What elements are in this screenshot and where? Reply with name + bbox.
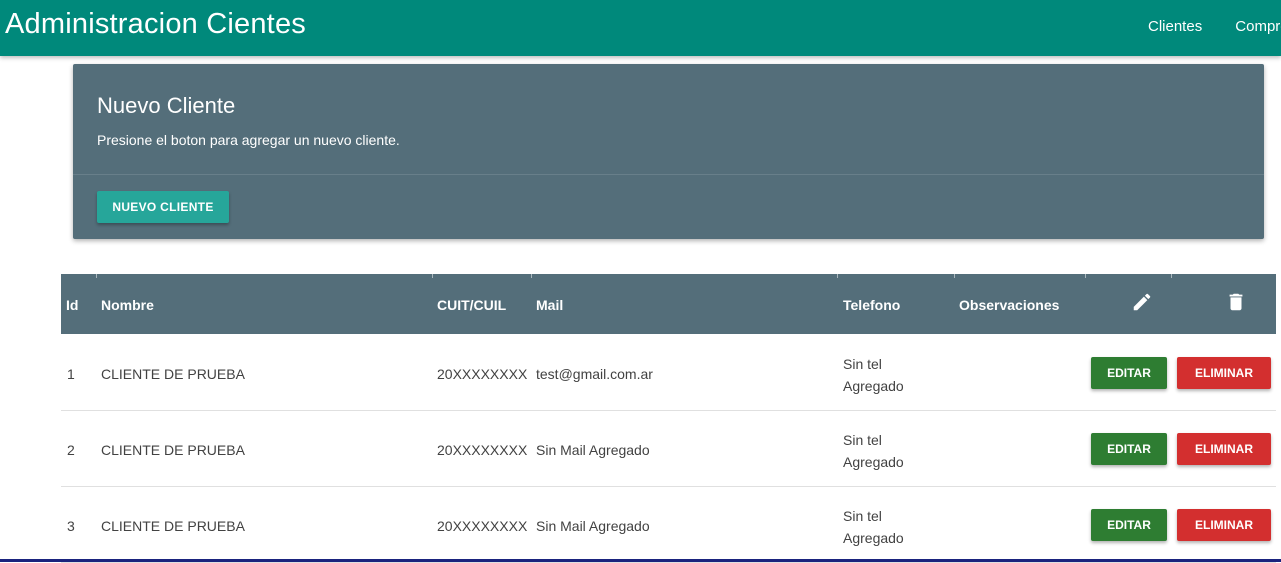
cell-id: 1 bbox=[67, 366, 75, 382]
table-row: 3 CLIENTE DE PRUEBA 20XXXXXXXX Sin Mail Agr… bbox=[61, 487, 1276, 563]
cell-nombre: CLIENTE DE PRUEBA bbox=[101, 518, 245, 534]
cell-nombre: CLIENTE DE PRUEBA bbox=[101, 366, 245, 382]
card-divider bbox=[73, 174, 1264, 175]
header-divider bbox=[1171, 274, 1172, 278]
header-telefono: Telefono bbox=[843, 297, 901, 313]
cell-telefono-line1: Sin tel bbox=[843, 356, 882, 372]
header-observaciones: Observaciones bbox=[959, 297, 1060, 313]
header-divider bbox=[1085, 274, 1086, 278]
cell-telefono-line2: Agregado bbox=[843, 454, 904, 470]
table-row: 1 CLIENTE DE PRUEBA 20XXXXXXXX test@gmail.c… bbox=[61, 335, 1276, 411]
header-nombre: Nombre bbox=[101, 297, 154, 313]
cell-id: 3 bbox=[67, 518, 75, 534]
cell-cuit: 20XXXXXXXX bbox=[437, 366, 528, 382]
delete-button[interactable]: ELIMINAR bbox=[1177, 509, 1271, 541]
trash-icon bbox=[1225, 291, 1247, 317]
header-divider bbox=[96, 274, 97, 278]
top-navbar: Administracion Cientes Clientes Compro bbox=[0, 0, 1281, 56]
cell-telefono: Sin tel Agregado bbox=[843, 353, 904, 397]
header-id: Id bbox=[66, 297, 79, 313]
pencil-icon bbox=[1131, 291, 1153, 317]
table-header: Id Nombre CUIT/CUIL Mail Telefono Observ… bbox=[61, 274, 1276, 334]
delete-button[interactable]: ELIMINAR bbox=[1177, 433, 1271, 465]
cell-nombre: CLIENTE DE PRUEBA bbox=[101, 442, 245, 458]
cell-cuit: 20XXXXXXXX bbox=[437, 518, 528, 534]
new-client-card: Nuevo Cliente Presione el boton para agr… bbox=[73, 64, 1264, 239]
cell-id: 2 bbox=[67, 442, 75, 458]
cell-telefono-line2: Agregado bbox=[843, 530, 904, 546]
new-client-button[interactable]: NUEVO CLIENTE bbox=[97, 191, 229, 223]
card-title: Nuevo Cliente bbox=[97, 93, 236, 118]
app-title: Administracion Cientes bbox=[5, 8, 306, 40]
table-row: 2 CLIENTE DE PRUEBA 20XXXXXXXX Sin Mail Agr… bbox=[61, 411, 1276, 487]
delete-button[interactable]: ELIMINAR bbox=[1177, 357, 1271, 389]
cell-telefono-line1: Sin tel bbox=[843, 508, 882, 524]
header-divider bbox=[837, 274, 838, 278]
cell-telefono: Sin tel Agregado bbox=[843, 429, 904, 473]
nav-link-clientes[interactable]: Clientes bbox=[1148, 18, 1202, 35]
header-divider bbox=[954, 274, 955, 278]
edit-button[interactable]: EDITAR bbox=[1091, 357, 1167, 389]
cell-cuit: 20XXXXXXXX bbox=[437, 442, 528, 458]
cell-mail: Sin Mail Agregado bbox=[536, 442, 650, 458]
nav-link-comprobantes[interactable]: Compro bbox=[1235, 18, 1281, 35]
header-cuit: CUIT/CUIL bbox=[437, 297, 507, 313]
cell-mail: Sin Mail Agregado bbox=[536, 518, 650, 534]
header-divider bbox=[432, 274, 433, 278]
header-mail: Mail bbox=[536, 297, 564, 313]
cell-telefono-line1: Sin tel bbox=[843, 432, 882, 448]
edit-button[interactable]: EDITAR bbox=[1091, 509, 1167, 541]
cell-telefono-line2: Agregado bbox=[843, 378, 904, 394]
nav-links: Clientes Compro bbox=[1148, 16, 1281, 35]
cell-telefono: Sin tel Agregado bbox=[843, 505, 904, 549]
header-divider bbox=[531, 274, 532, 278]
cell-mail: test@gmail.com.ar bbox=[536, 366, 653, 382]
card-description: Presione el boton para agregar un nuevo … bbox=[97, 132, 400, 148]
edit-button[interactable]: EDITAR bbox=[1091, 433, 1167, 465]
